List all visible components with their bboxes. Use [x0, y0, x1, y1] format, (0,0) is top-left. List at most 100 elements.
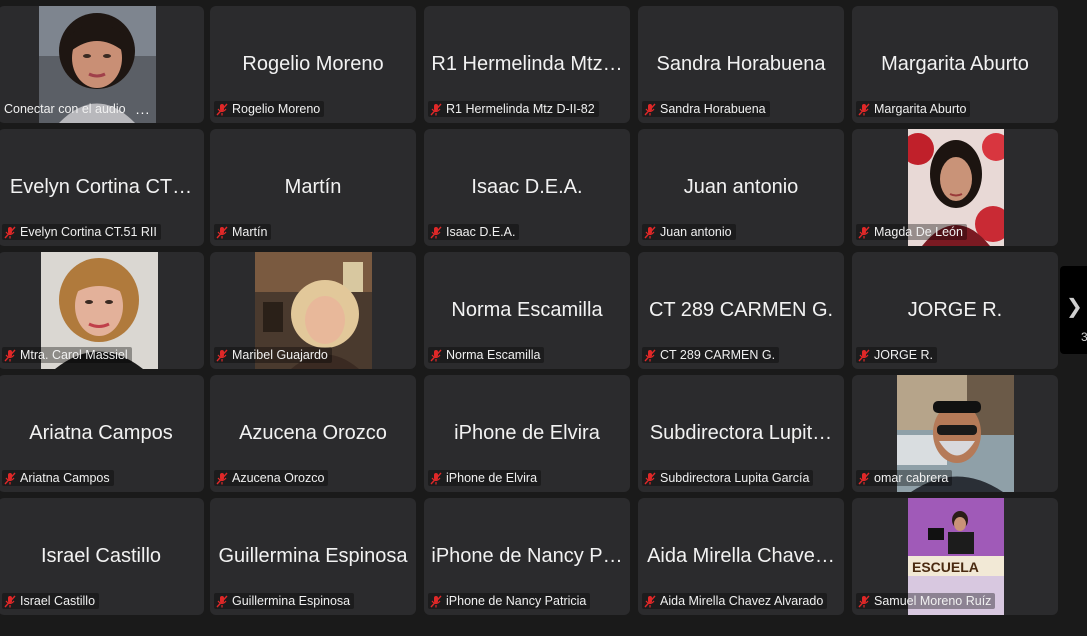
participant-tile[interactable]: Subdirectora Lupit… Subdirectora Lupita …: [638, 375, 844, 492]
participant-display-name: Rogelio Moreno: [242, 53, 384, 75]
participant-name: R1 Hermelinda Mtz D-II-82: [446, 102, 595, 116]
participant-name: CT 289 CARMEN G.: [660, 348, 776, 362]
participant-name: Maribel Guajardo: [232, 348, 328, 362]
participant-name-label: iPhone de Nancy Patricia: [428, 593, 591, 609]
participant-name: iPhone de Nancy Patricia: [446, 594, 587, 608]
muted-mic-icon: [644, 472, 656, 484]
participant-name: JORGE R.: [874, 348, 934, 362]
participant-tile[interactable]: omar cabrera: [852, 375, 1058, 492]
participant-tile[interactable]: JORGE R. JORGE R.: [852, 252, 1058, 369]
participant-name-label: Samuel Moreno Ruíz: [856, 593, 996, 609]
participant-tile[interactable]: iPhone de Nancy P… iPhone de Nancy Patri…: [424, 498, 630, 615]
participant-name-label: Ariatna Campos: [2, 470, 114, 486]
participant-name-label: Evelyn Cortina CT.51 RII: [2, 224, 161, 240]
participant-name-label: Azucena Orozco: [214, 470, 329, 486]
muted-mic-icon: [430, 472, 442, 484]
participant-display-name: Juan antonio: [683, 176, 799, 198]
participant-tile[interactable]: Conectar con el audio ...: [0, 6, 204, 123]
muted-mic-icon: [644, 349, 656, 361]
participant-name-label: Juan antonio: [642, 224, 736, 240]
participant-tile[interactable]: Guillermina Espinosa Guillermina Espinos…: [210, 498, 416, 615]
participant-name: Conectar con el audio: [4, 102, 126, 116]
participant-display-name: iPhone de Elvira: [454, 422, 600, 444]
participant-name-label: Conectar con el audio ...: [2, 101, 154, 117]
participant-display-name: Guillermina Espinosa: [218, 545, 408, 567]
participant-name-label: Aida Mirella Chavez Alvarado: [642, 593, 828, 609]
participant-tile[interactable]: ESCUELA Samuel Moreno Ruíz: [852, 498, 1058, 615]
participant-tile[interactable]: Juan antonio Juan antonio: [638, 129, 844, 246]
participant-name-label: iPhone de Elvira: [428, 470, 542, 486]
participant-tile[interactable]: Sandra Horabuena Sandra Horabuena: [638, 6, 844, 123]
participant-display-name: Sandra Horabuena: [656, 53, 826, 75]
participant-name-label: Margarita Aburto: [856, 101, 971, 117]
participant-tile[interactable]: Martín Martín: [210, 129, 416, 246]
participant-tile[interactable]: Rogelio Moreno Rogelio Moreno: [210, 6, 416, 123]
chevron-right-icon[interactable]: ❯: [1066, 294, 1083, 319]
muted-mic-icon: [644, 103, 656, 115]
participant-name: Azucena Orozco: [232, 471, 325, 485]
participant-display-name: CT 289 CARMEN G.: [648, 299, 834, 321]
participant-tile[interactable]: Isaac D.E.A. Isaac D.E.A.: [424, 129, 630, 246]
participant-name: Samuel Moreno Ruíz: [874, 594, 992, 608]
next-page-panel[interactable]: ❯ 3: [1060, 266, 1087, 354]
participant-tile[interactable]: Aida Mirella Chave… Aida Mirella Chavez …: [638, 498, 844, 615]
participant-name: Martín: [232, 225, 268, 239]
participant-name: iPhone de Elvira: [446, 471, 538, 485]
participant-display-name: Margarita Aburto: [881, 53, 1029, 75]
participant-name: Sandra Horabuena: [660, 102, 766, 116]
page-count: 3: [1081, 330, 1087, 344]
muted-mic-icon: [216, 226, 228, 238]
muted-mic-icon: [4, 595, 16, 607]
participant-name: Rogelio Moreno: [232, 102, 321, 116]
muted-mic-icon: [430, 349, 442, 361]
participant-display-name: JORGE R.: [907, 299, 1003, 321]
participant-tile[interactable]: Israel Castillo Israel Castillo: [0, 498, 204, 615]
participant-name: Magda De León: [874, 225, 963, 239]
participant-name-label: Rogelio Moreno: [214, 101, 325, 117]
participant-display-name: Norma Escamilla: [451, 299, 603, 321]
participant-display-name: Ariatna Campos: [29, 422, 173, 444]
participant-name-label: Subdirectora Lupita García: [642, 470, 814, 486]
participant-tile[interactable]: Mtra. Carol Massiel: [0, 252, 204, 369]
video-overlay-text: ESCUELA: [912, 559, 979, 575]
participant-tile[interactable]: Maribel Guajardo: [210, 252, 416, 369]
participant-name-label: CT 289 CARMEN G.: [642, 347, 780, 363]
participant-tile[interactable]: Evelyn Cortina CT… Evelyn Cortina CT.51 …: [0, 129, 204, 246]
participant-name: Evelyn Cortina CT.51 RII: [20, 225, 157, 239]
participant-name-label: Israel Castillo: [2, 593, 100, 609]
participant-display-name: Evelyn Cortina CT…: [9, 176, 193, 198]
participant-name-label: R1 Hermelinda Mtz D-II-82: [428, 101, 599, 117]
participant-name: Israel Castillo: [20, 594, 96, 608]
participant-name: Guillermina Espinosa: [232, 594, 351, 608]
muted-mic-icon: [4, 226, 16, 238]
muted-mic-icon: [430, 226, 442, 238]
participant-display-name: Isaac D.E.A.: [471, 176, 583, 198]
muted-mic-icon: [858, 595, 870, 607]
participant-tile[interactable]: Magda De León: [852, 129, 1058, 246]
participant-name: Subdirectora Lupita García: [660, 471, 810, 485]
muted-mic-icon: [430, 103, 442, 115]
participant-display-name: Israel Castillo: [40, 545, 162, 567]
participant-display-name: Azucena Orozco: [239, 422, 387, 444]
participant-name-label: JORGE R.: [856, 347, 938, 363]
participant-name-label: omar cabrera: [856, 470, 953, 486]
more-options-icon[interactable]: ...: [136, 102, 151, 116]
participant-tile[interactable]: CT 289 CARMEN G. CT 289 CARMEN G.: [638, 252, 844, 369]
participant-display-name: R1 Hermelinda Mtz…: [431, 53, 623, 75]
participant-name-label: Isaac D.E.A.: [428, 224, 520, 240]
participant-tile[interactable]: Ariatna Campos Ariatna Campos: [0, 375, 204, 492]
participant-tile[interactable]: R1 Hermelinda Mtz… R1 Hermelinda Mtz D-I…: [424, 6, 630, 123]
participant-tile[interactable]: iPhone de Elvira iPhone de Elvira: [424, 375, 630, 492]
muted-mic-icon: [4, 472, 16, 484]
participant-name-label: Sandra Horabuena: [642, 101, 770, 117]
participant-tile[interactable]: Margarita Aburto Margarita Aburto: [852, 6, 1058, 123]
muted-mic-icon: [644, 226, 656, 238]
participant-tile[interactable]: Azucena Orozco Azucena Orozco: [210, 375, 416, 492]
muted-mic-icon: [858, 226, 870, 238]
participant-tile[interactable]: Norma Escamilla Norma Escamilla: [424, 252, 630, 369]
participant-display-name: Aida Mirella Chave…: [647, 545, 835, 567]
muted-mic-icon: [216, 595, 228, 607]
muted-mic-icon: [858, 349, 870, 361]
participant-grid: Conectar con el audio ... Rogelio Moreno…: [0, 0, 1087, 636]
participant-display-name: iPhone de Nancy P…: [431, 545, 623, 567]
